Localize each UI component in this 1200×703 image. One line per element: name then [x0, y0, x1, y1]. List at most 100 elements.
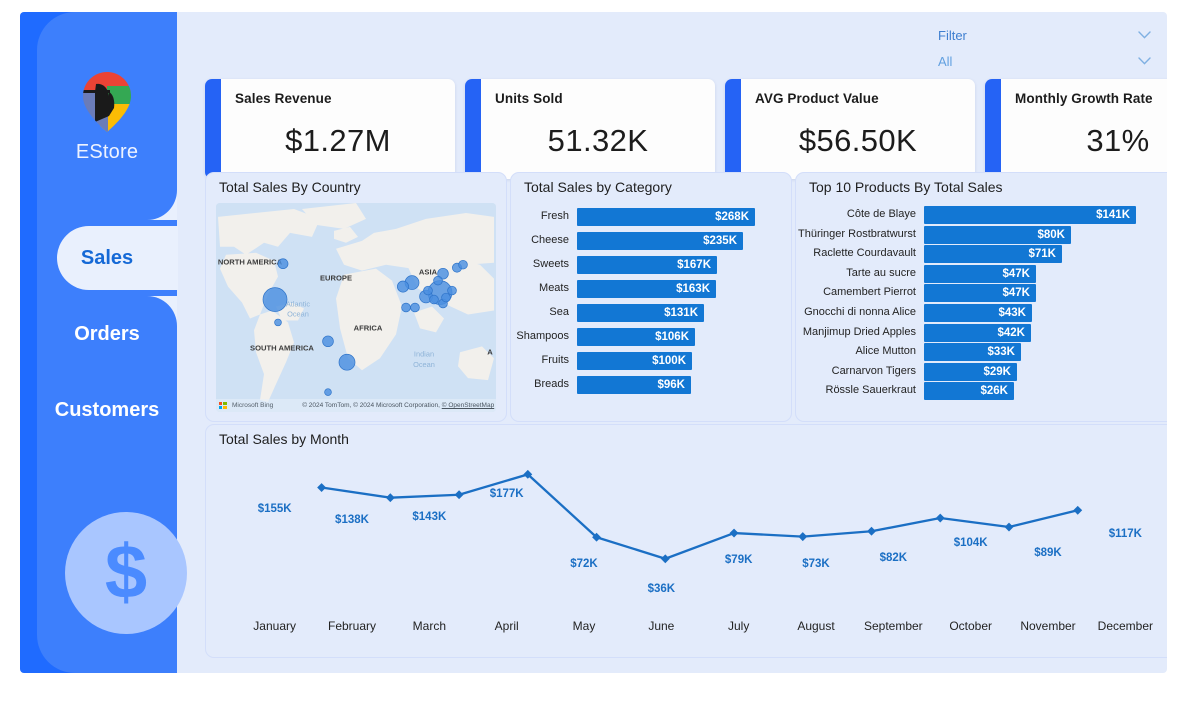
category-chart-title: Total Sales by Category: [524, 179, 672, 195]
kpi-card-avg-product-value[interactable]: AVG Product Value $56.50K: [725, 79, 975, 179]
line-marker-diamond[interactable]: [729, 528, 739, 538]
map-attribution: Microsoft Bing © 2024 TomTom, © 2024 Mic…: [216, 399, 496, 412]
month-tick-label: September: [863, 619, 923, 633]
bar-value-label: $106K: [655, 331, 689, 343]
map-card-title: Total Sales By Country: [219, 179, 361, 195]
month-tick-label: April: [494, 619, 519, 633]
svg-text:Ocean: Ocean: [413, 360, 435, 369]
line-marker-diamond[interactable]: [798, 532, 808, 542]
filter-dropdown[interactable]: Filter: [938, 22, 1153, 48]
top-products-bar-chart: Côte de Blaye $141K Thüringer Rostbratwurs…: [796, 203, 1167, 413]
map-svg: NORTH AMERICA SOUTH AMERICA EUROPE ASIA …: [216, 203, 496, 412]
bar-category-label: Fruits: [541, 354, 570, 366]
kpi-title: Sales Revenue: [235, 91, 332, 106]
bar-value-label: $29K: [983, 365, 1012, 378]
month-tick-label: May: [572, 619, 596, 633]
kpi-value: $1.27M: [285, 123, 391, 158]
line-marker-diamond[interactable]: [317, 483, 327, 492]
map-copyright: © 2024 TomTom, © 2024 Microsoft Corporat…: [302, 402, 494, 409]
kpi-title: Units Sold: [495, 91, 563, 106]
bar[interactable]: $131K: [577, 304, 704, 322]
month-axis: January February March April May June July Augu…: [206, 619, 1167, 637]
bar-value-label: $26K: [980, 385, 1009, 398]
world-bubble-map[interactable]: NORTH AMERICA SOUTH AMERICA EUROPE ASIA …: [216, 203, 496, 412]
month-tick-label: November: [1020, 619, 1076, 633]
line-point-label: $177K: [489, 487, 524, 500]
kpi-value: 31%: [1086, 123, 1150, 158]
bar[interactable]: $71K: [924, 245, 1062, 264]
microsoft-logo-icon: [219, 401, 227, 410]
bar-category-label: Cheese: [531, 234, 569, 246]
bar[interactable]: $33K: [924, 343, 1021, 362]
category-bar-chart: Fresh $268K Cheese $235K Sweets $167K Meats $16…: [511, 203, 791, 413]
line-marker-diamond[interactable]: [660, 554, 670, 564]
line-point-label: $82K: [879, 551, 908, 564]
svg-text:EUROPE: EUROPE: [320, 274, 352, 283]
bar[interactable]: $167K: [577, 256, 717, 274]
kpi-value: 51.32K: [547, 123, 649, 158]
bar-value-label: $96K: [657, 379, 686, 391]
monthly-line-chart: $155K $138K $143K $177K $72K $36K $79K $73K $82K…: [206, 447, 1167, 657]
chevron-down-icon[interactable]: [1138, 57, 1151, 65]
line-marker-diamond[interactable]: [385, 493, 395, 503]
kpi-card-sales-revenue[interactable]: Sales Revenue $1.27M: [205, 79, 455, 179]
line-marker-diamond[interactable]: [454, 490, 464, 500]
bar[interactable]: $47K: [924, 284, 1036, 303]
top-products-card[interactable]: Top 10 Products By Total Sales Côte de B…: [795, 172, 1167, 422]
chevron-down-icon[interactable]: [1138, 31, 1151, 39]
line-marker-diamond[interactable]: [1073, 505, 1083, 515]
kpi-value: $56.50K: [798, 123, 918, 158]
bar-category-label: Tarte au sucre: [846, 266, 916, 279]
filter-value-dropdown[interactable]: All: [938, 48, 1153, 74]
line-point-label: $89K: [1034, 547, 1062, 560]
bar[interactable]: $106K: [577, 328, 695, 346]
bar[interactable]: $96K: [577, 376, 691, 394]
bar[interactable]: $100K: [577, 352, 692, 370]
bar[interactable]: $268K: [577, 208, 755, 226]
bar-value-label: $47K: [1002, 287, 1031, 300]
bar[interactable]: $26K: [924, 382, 1014, 401]
bar-category-label: Alice Mutton: [855, 345, 916, 358]
kpi-card-monthly-growth-rate[interactable]: Monthly Growth Rate 31%: [985, 79, 1167, 179]
bar[interactable]: $42K: [924, 323, 1031, 342]
bar-category-label: Shampoos: [516, 330, 569, 342]
bar-category-label: Rössle Sauerkraut: [825, 384, 917, 397]
bar[interactable]: $80K: [924, 225, 1071, 244]
content-area: Filter All Sales Revenue $1.27M Units So…: [177, 12, 1167, 673]
month-tick-label: February: [327, 619, 377, 633]
month-tick-label: June: [648, 619, 675, 633]
sidebar-item-sales[interactable]: Sales: [37, 190, 178, 326]
line-marker-diamond[interactable]: [935, 513, 945, 523]
bar-value-label: $43K: [998, 307, 1027, 319]
sidebar-item-orders[interactable]: Orders: [37, 296, 177, 372]
bar-category-label: Raclette Courdavault: [813, 247, 916, 260]
sidebar-item-customers[interactable]: Customers: [37, 372, 177, 448]
sidebar-item-label-orders: Orders: [74, 322, 140, 345]
kpi-card-units-sold[interactable]: Units Sold 51.32K: [465, 79, 715, 179]
line-marker-diamond[interactable]: [867, 526, 876, 536]
bar[interactable]: $235K: [577, 232, 743, 250]
category-bar-card[interactable]: Total Sales by Category Fresh $268K Cheese…: [510, 172, 792, 422]
line-point-label: $143K: [412, 510, 447, 523]
brand-name: EStore: [75, 141, 139, 163]
bar[interactable]: $163K: [577, 280, 716, 298]
bar-value-label: $71K: [1028, 248, 1057, 261]
openstreetmap-link[interactable]: © OpenStreetMap: [442, 402, 494, 409]
line-marker-diamond[interactable]: [1004, 522, 1014, 532]
bar[interactable]: $29K: [924, 362, 1017, 381]
top-products-chart-title: Top 10 Products By Total Sales: [809, 179, 1003, 195]
bar[interactable]: $43K: [924, 304, 1032, 322]
bar[interactable]: $141K: [924, 206, 1136, 224]
bar-category-label: Sea: [549, 306, 569, 318]
bar-category-label: Meats: [539, 282, 569, 294]
map-card[interactable]: Total Sales By Country NORTH AMERICA SOU…: [205, 172, 507, 422]
monthly-sales-card[interactable]: Total Sales by Month $155K $138K $143K $177…: [205, 424, 1167, 658]
filter-label: Filter: [938, 27, 967, 43]
svg-text:NORTH AMERICA: NORTH AMERICA: [218, 258, 283, 267]
svg-text:A: A: [487, 347, 493, 356]
kpi-accent-bar: [725, 79, 741, 179]
bar[interactable]: $47K: [924, 264, 1036, 283]
bar-category-label: Manjimup Dried Apples: [802, 325, 916, 338]
filter-panel: Filter All: [938, 22, 1153, 74]
monthly-chart-title: Total Sales by Month: [219, 431, 349, 447]
